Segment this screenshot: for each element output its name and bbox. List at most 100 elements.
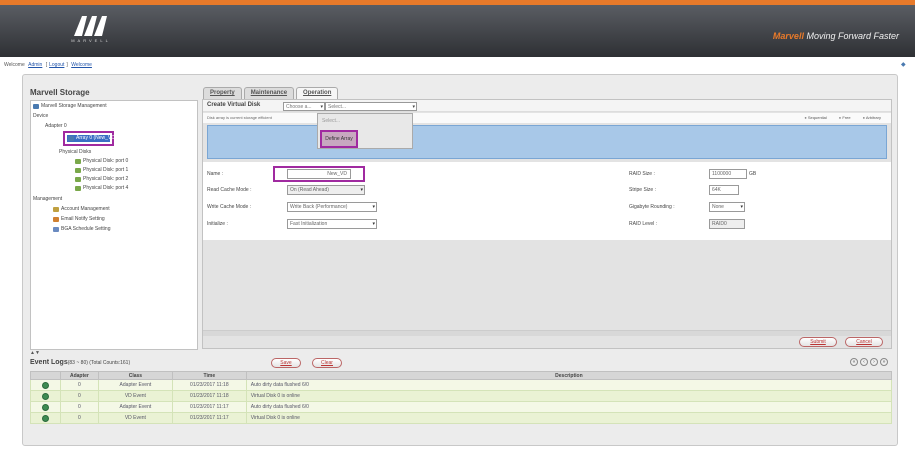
stripe-size-label: Stripe Size : <box>629 187 656 193</box>
mode-radio-group: Sequential Free Arbitrary <box>804 115 881 120</box>
array-select[interactable]: Select... ▾ <box>325 102 417 111</box>
disk-selection-area[interactable] <box>207 125 887 159</box>
initialize-select[interactable]: Fast Initialization ▾ <box>287 219 377 229</box>
raid-size-label: RAID Size : <box>629 171 655 177</box>
event-log-title: Event Logs(83 ~ 80) (Total Counts:161) <box>30 359 131 366</box>
col-header-class[interactable]: Class <box>97 371 173 380</box>
col-header-description[interactable]: Description <box>245 371 893 380</box>
write-cache-select[interactable]: Write Back (Performance) ▾ <box>287 202 377 212</box>
table-header-row: Adapter Class Time Description <box>30 371 893 380</box>
chevron-down-icon: ▾ <box>320 104 323 110</box>
prev-page-icon[interactable]: ‹ <box>860 358 868 366</box>
info-event-icon <box>41 403 49 411</box>
tree-item-root[interactable]: Marvell Storage Management <box>33 103 107 109</box>
raid-level-select[interactable]: RAID0 <box>709 219 745 229</box>
gigabyte-rounding-select[interactable]: None ▾ <box>709 202 745 212</box>
info-text: Disk array is current storage efficient <box>207 115 272 120</box>
tree-item-email[interactable]: Email Notify Setting <box>53 216 105 222</box>
cell-adapter: 0 <box>59 390 99 402</box>
horizontal-splitter[interactable] <box>203 330 891 336</box>
tab-maintenance[interactable]: Maintenance <box>243 87 295 99</box>
tree-item-pd-port1[interactable]: Physical Disk: port 1 <box>75 167 128 173</box>
event-log-header: Event Logs(83 ~ 80) (Total Counts:161) S… <box>30 356 892 370</box>
raid-level-label: RAID Level : <box>629 221 658 227</box>
stripe-size-select[interactable]: 64K <box>709 185 739 195</box>
save-log-button[interactable]: Save <box>271 358 301 368</box>
account-icon <box>53 206 59 212</box>
event-log-count: (83 ~ 80) (Total Counts:161) <box>67 360 131 366</box>
submit-button[interactable]: Submit <box>799 337 837 347</box>
col-header-adapter[interactable]: Adapter <box>59 371 99 380</box>
create-vd-label: Create Virtual Disk <box>207 102 261 108</box>
email-icon <box>53 216 59 222</box>
cell-time: 01/23/2017 11:17 <box>171 412 247 424</box>
col-header-icon <box>30 371 61 380</box>
raid-size-field[interactable]: 1100000 <box>709 169 747 179</box>
tree-item-pd-port2[interactable]: Physical Disk: port 2 <box>75 176 128 182</box>
tree-item-pd-port4[interactable]: Physical Disk: port 4 <box>75 185 128 191</box>
cell-class: Adapter Event <box>97 401 173 413</box>
tagline-text: Moving Forward Faster <box>806 31 899 41</box>
tree-item-management[interactable]: Management <box>33 196 62 202</box>
help-icon[interactable]: ◆ <box>901 61 907 68</box>
chevron-down-icon: ▾ <box>372 221 375 227</box>
virtual-disk-icon <box>68 135 74 141</box>
last-page-icon[interactable]: » <box>880 358 888 366</box>
cell-class: Adapter Event <box>97 379 173 391</box>
tree-item-virtual-disk-label: Array 0 (New_VD) <box>68 135 117 141</box>
tree-item-adapter[interactable]: Adapter 0 <box>45 123 67 129</box>
cell-description: Auto dirty data flushed 6/0 <box>245 401 893 413</box>
cell-description: Virtual Disk 0 is online <box>245 390 893 402</box>
chevron-down-icon: ▾ <box>740 204 743 210</box>
tree-item-bga[interactable]: BGA Schedule Setting <box>53 226 110 232</box>
welcome-link[interactable]: Welcome <box>71 62 92 68</box>
tree-root-icon <box>33 103 39 109</box>
radio-arbitrary[interactable]: Arbitrary <box>863 115 881 120</box>
physical-disk-icon <box>75 176 81 182</box>
logo-text: MARVELL <box>71 38 111 43</box>
physical-disk-icon <box>75 167 81 173</box>
left-panel-title: Marvell Storage <box>30 88 90 97</box>
table-row[interactable]: 0 Adapter Event 01/23/2017 11:18 Auto di… <box>30 379 893 391</box>
physical-disk-icon <box>75 185 81 191</box>
tree-item-physical-disks[interactable]: Physical Disks <box>59 149 91 155</box>
radio-free[interactable]: Free <box>839 115 850 120</box>
tree-item-device[interactable]: Device <box>33 113 48 119</box>
welcome-prefix: Welcome <box>4 62 25 68</box>
tree-item-pd-port0[interactable]: Physical Disk: port 0 <box>75 158 128 164</box>
cell-description: Virtual Disk 0 is online <box>245 412 893 424</box>
name-field[interactable]: New_VD <box>287 169 351 179</box>
logout-link[interactable]: Logout <box>49 62 64 68</box>
read-cache-label: Read Cache Mode : <box>207 187 252 193</box>
radio-sequential[interactable]: Sequential <box>804 115 827 120</box>
cell-adapter: 0 <box>59 379 99 391</box>
table-row[interactable]: 0 VD Event 01/23/2017 11:18 Virtual Disk… <box>30 390 893 402</box>
tree-item-account[interactable]: Account Management <box>53 206 110 212</box>
tab-property[interactable]: Property <box>203 87 242 99</box>
chevron-down-icon: ▾ <box>372 204 375 210</box>
physical-disk-icon <box>75 158 81 164</box>
tagline: Marvell Moving Forward Faster <box>773 31 899 41</box>
create-vd-select[interactable]: Choose a... ▾ <box>283 102 325 111</box>
cancel-button[interactable]: Cancel <box>845 337 883 347</box>
info-event-icon <box>41 381 49 389</box>
tab-bar: Property Maintenance Operation <box>203 87 339 99</box>
cell-time: 01/23/2017 11:18 <box>171 390 247 402</box>
define-array-button[interactable]: Define Array <box>320 130 358 148</box>
cell-adapter: 0 <box>59 412 99 424</box>
schedule-icon <box>53 226 59 232</box>
create-vd-toolbar: Create Virtual Disk Choose a... ▾ Select.… <box>203 100 891 112</box>
tab-operation[interactable]: Operation <box>296 87 339 99</box>
app-page: MARVELL Marvell Moving Forward Faster We… <box>0 0 915 453</box>
dropdown-item-select: Select... <box>322 118 341 124</box>
first-page-icon[interactable]: « <box>850 358 858 366</box>
read-cache-select[interactable]: On (Read Ahead) ▾ <box>287 185 365 195</box>
event-log-table: Adapter Class Time Description 0 Adapter… <box>30 371 893 424</box>
next-page-icon[interactable]: › <box>870 358 878 366</box>
user-link[interactable]: Admin <box>28 62 42 68</box>
vd-form: Name : New_VD Read Cache Mode : On (Read… <box>203 162 891 240</box>
table-row[interactable]: 0 VD Event 01/23/2017 11:17 Virtual Disk… <box>30 412 893 424</box>
table-row[interactable]: 0 Adapter Event 01/23/2017 11:17 Auto di… <box>30 401 893 413</box>
clear-log-button[interactable]: Clear <box>312 358 342 368</box>
col-header-time[interactable]: Time <box>171 371 247 380</box>
